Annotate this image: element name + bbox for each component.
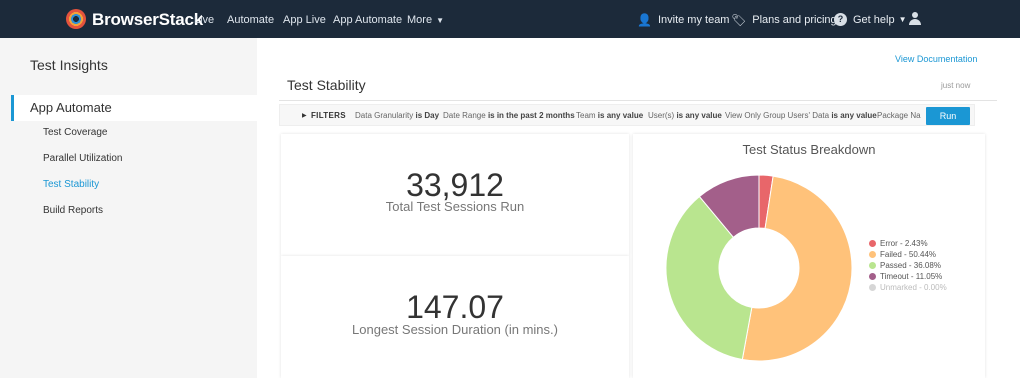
legend-dot-icon <box>869 251 876 258</box>
filters-toggle[interactable]: FILTERS <box>311 111 346 120</box>
filter-value: 2 months <box>539 111 575 120</box>
sidebar-section-app-automate[interactable]: App Automate <box>11 95 257 121</box>
help-icon: ? <box>834 13 847 26</box>
kpi-label: Total Test Sessions Run <box>385 199 525 214</box>
legend-dot-icon <box>869 262 876 269</box>
legend-item-timeout[interactable]: Timeout - 11.05% <box>869 272 942 281</box>
legend-dot-icon <box>869 284 876 291</box>
filter-package-name[interactable]: Package Na <box>877 111 921 120</box>
filter-op: is in the past <box>487 111 537 120</box>
get-help-menu[interactable]: ? Get help ▼ <box>834 13 907 26</box>
sidebar-item-build-reports[interactable]: Build Reports <box>43 205 103 216</box>
chevron-down-icon: ▼ <box>436 16 444 25</box>
browserstack-logo-icon[interactable] <box>66 9 86 29</box>
legend-label: Passed - 36.08% <box>880 261 941 270</box>
kpi-label: Longest Session Duration (in mins.) <box>352 322 558 337</box>
filter-value: any value <box>840 111 877 120</box>
filter-value: Day <box>424 111 440 120</box>
filter-op: is <box>676 111 684 120</box>
legend-label: Unmarked - 0.00% <box>880 283 947 292</box>
invite-team-link[interactable]: 👤 Invite my team <box>637 13 729 27</box>
chevron-down-icon: ▼ <box>898 15 907 24</box>
main-content: View Documentation Test Stability just n… <box>257 38 1020 378</box>
sidebar-item-test-stability[interactable]: Test Stability <box>43 179 99 190</box>
page-title: Test Stability <box>287 77 366 93</box>
legend-dot-icon <box>869 240 876 247</box>
add-user-icon: 👤 <box>637 13 652 27</box>
legend-item-failed[interactable]: Failed - 50.44% <box>869 250 936 259</box>
filter-value: any value <box>606 111 644 120</box>
plans-pricing-label: Plans and pricing <box>752 14 837 26</box>
plans-pricing-link[interactable]: 🏷 Plans and pricing <box>731 13 837 27</box>
filter-data-granularity[interactable]: Data Granularity is Day <box>355 111 439 120</box>
last-updated-label: just now <box>941 81 971 90</box>
filter-name: Package Na <box>877 111 921 120</box>
filter-name: Date Range <box>443 111 486 120</box>
filter-value: any value <box>685 111 722 120</box>
top-navbar: BrowserStack Live Automate App Live App … <box>0 0 1020 38</box>
filter-op: is <box>597 111 605 120</box>
legend-label: Failed - 50.44% <box>880 250 937 259</box>
filter-team[interactable]: Team is any value <box>576 111 643 120</box>
nav-more-menu[interactable]: More ▼ <box>407 14 444 26</box>
filter-group-users[interactable]: View Only Group Users' Data is any value <box>725 111 877 120</box>
divider <box>279 100 997 101</box>
filter-users[interactable]: User(s) is any value <box>648 111 722 120</box>
filter-op: is <box>831 111 838 120</box>
sidebar-item-parallel-utilization[interactable]: Parallel Utilization <box>43 153 122 164</box>
get-help-label: Get help <box>853 13 895 26</box>
nav-link-app-live[interactable]: App Live <box>283 14 326 26</box>
legend-dot-icon <box>869 273 876 280</box>
filter-name: User(s) <box>648 111 675 120</box>
run-button[interactable]: Run <box>926 107 970 125</box>
view-documentation-link[interactable]: View Documentation <box>895 54 977 64</box>
kpi-card-total-sessions: 33,912 Total Test Sessions Run <box>281 134 629 256</box>
nav-link-live[interactable]: Live <box>194 14 214 26</box>
tag-icon: 🏷 <box>731 13 747 27</box>
legend-item-unmarked[interactable]: Unmarked - 0.00% <box>869 283 947 292</box>
sidebar: Test Insights App Automate Test Coverage… <box>0 38 257 378</box>
expand-triangle-icon[interactable]: ▶ <box>302 112 307 119</box>
invite-team-label: Invite my team <box>657 14 730 26</box>
legend-item-error[interactable]: Error - 2.43% <box>869 239 928 248</box>
filter-name: Data Granularity <box>355 111 414 120</box>
filters-bar: ▶ FILTERS Data Granularity is Day Date R… <box>279 104 975 126</box>
chart-card-test-status: Test Status Breakdown Error - 2.43% Faile… <box>633 134 985 378</box>
filter-name: View Only Group Users' Data <box>725 111 830 120</box>
legend-label: Timeout - 11.05% <box>880 272 943 281</box>
brand-name[interactable]: BrowserStack <box>92 10 203 30</box>
nav-link-app-automate[interactable]: App Automate <box>333 14 402 26</box>
kpi-value: 147.07 <box>406 289 504 325</box>
filter-op: is <box>415 111 423 120</box>
filter-name: Team <box>576 111 596 120</box>
sidebar-section-label: App Automate <box>30 100 112 115</box>
legend-item-passed[interactable]: Passed - 36.08% <box>869 261 941 270</box>
sidebar-title: Test Insights <box>30 57 108 73</box>
nav-link-automate[interactable]: Automate <box>227 14 274 26</box>
kpi-card-longest-session: 147.07 Longest Session Duration (in mins… <box>281 256 629 378</box>
user-avatar-icon[interactable] <box>909 12 921 26</box>
legend-label: Error - 2.43% <box>880 239 928 248</box>
sidebar-item-test-coverage[interactable]: Test Coverage <box>43 127 107 138</box>
nav-more-label: More <box>407 14 433 26</box>
filter-date-range[interactable]: Date Range is in the past 2 months <box>443 111 575 120</box>
